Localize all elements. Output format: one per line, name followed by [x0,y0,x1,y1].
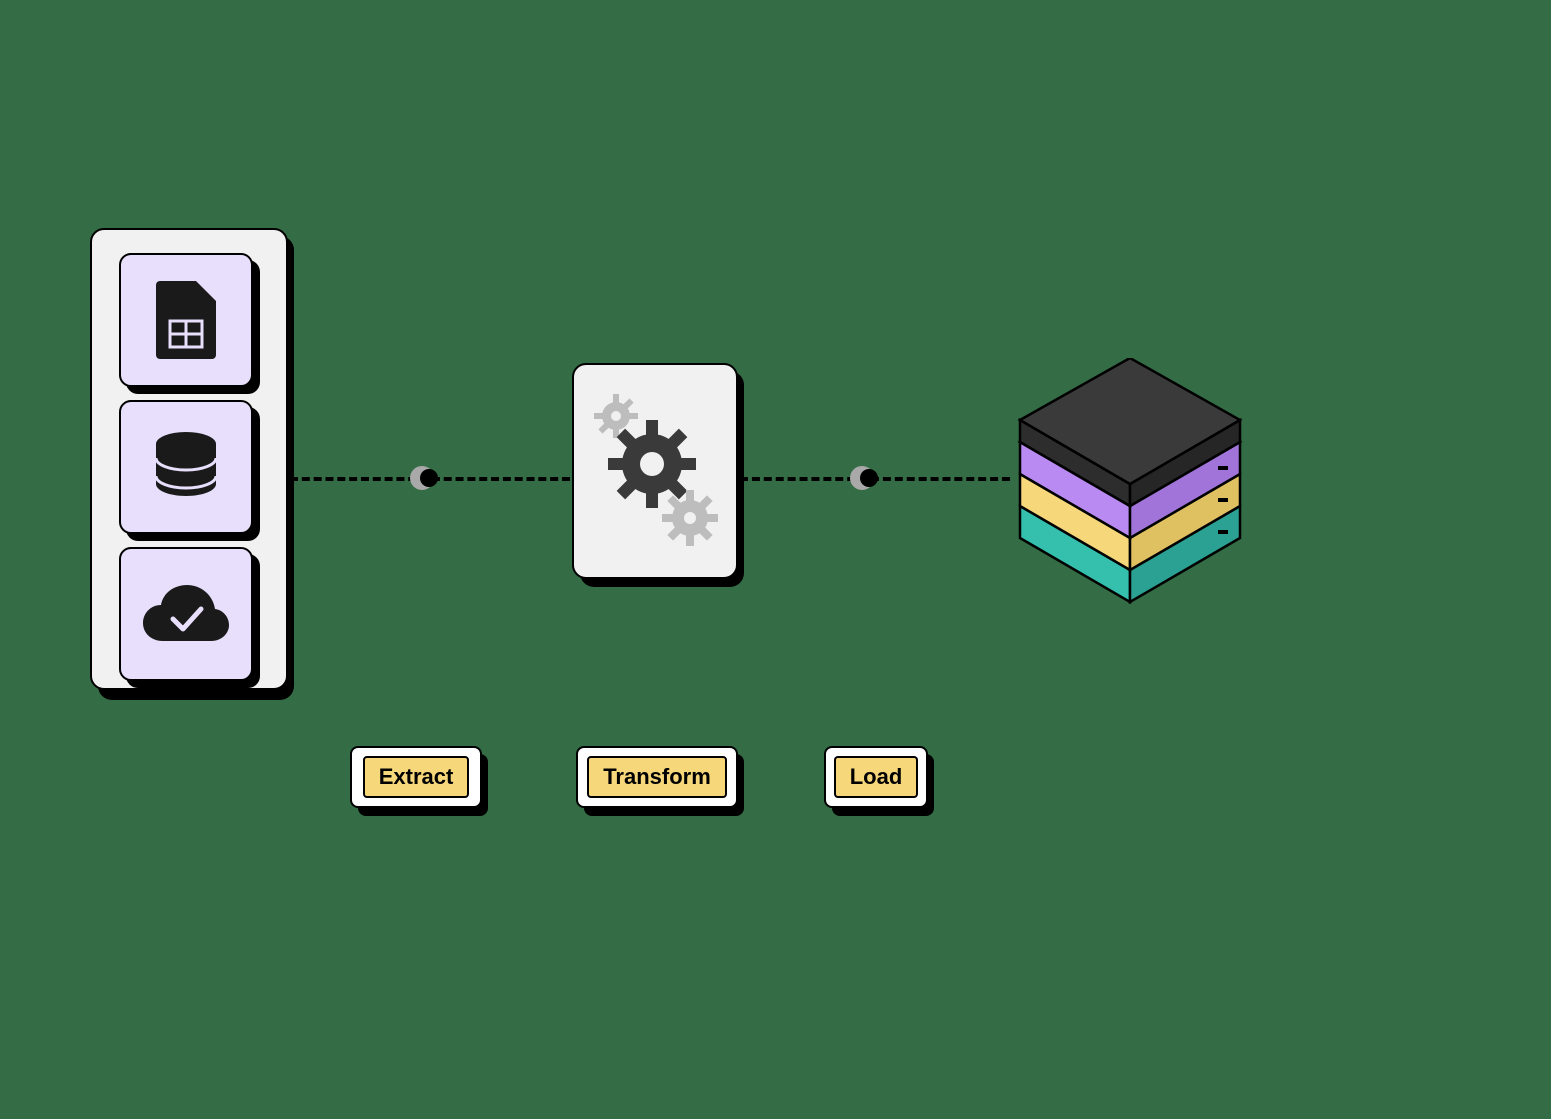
source-tile-database [119,400,253,534]
label-transform-text: Transform [587,756,727,798]
cloud-check-icon [141,583,231,645]
label-extract: Extract [350,746,482,808]
transform-panel [572,363,738,579]
source-tile-spreadsheet [119,253,253,387]
spreadsheet-file-icon [156,281,216,359]
source-tile-cloud [119,547,253,681]
server-stack-icon [1000,358,1260,618]
label-load-text: Load [834,756,919,798]
gears-icon [590,386,720,556]
label-load: Load [824,746,928,808]
database-icon [149,430,223,504]
label-extract-text: Extract [363,756,470,798]
label-transform: Transform [576,746,738,808]
